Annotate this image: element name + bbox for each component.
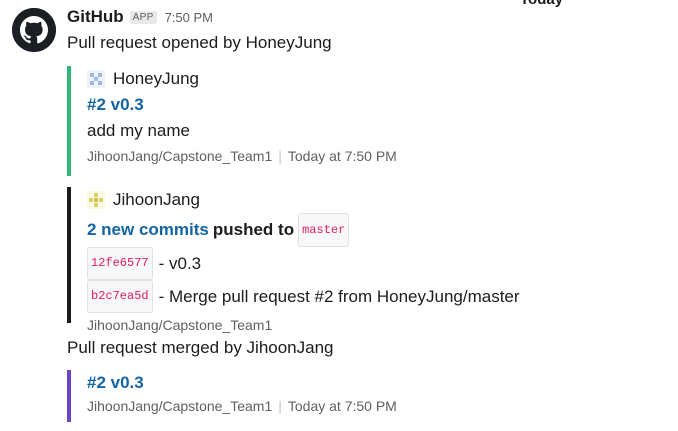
footer-separator: | [278, 398, 282, 414]
pr-title-link[interactable]: #2 v0.3 [87, 92, 144, 118]
jihoonjang-avatar-icon [87, 191, 105, 209]
merged-message-text: Pull request merged by JihoonJang [67, 338, 334, 357]
commit-row: 12fe6577 - v0.3 [87, 247, 520, 280]
attachment-footer: JihoonJang/Capstone_Team1 | Today at 7:5… [87, 398, 397, 414]
commit-message: - v0.3 [158, 254, 202, 273]
commit-message: - Merge pull request #2 from HoneyJung/m… [158, 287, 520, 306]
attachment-time[interactable]: Today at 7:50 PM [288, 398, 397, 414]
attachment-author[interactable]: HoneyJung [87, 66, 397, 92]
push-summary: 2 new commits pushed to master [87, 213, 520, 247]
repo-name[interactable]: JihoonJang/Capstone_Team1 [87, 398, 272, 414]
app-name[interactable]: GitHub [67, 7, 124, 27]
honeyjung-avatar-icon [87, 70, 105, 88]
message-header: GitHub APP 7:50 PM [67, 6, 213, 28]
pr-merged-attachment: #2 v0.3 JihoonJang/Capstone_Team1 | Toda… [67, 370, 397, 422]
attachment-footer: JihoonJang/Capstone_Team1 [87, 317, 520, 333]
attachment-author[interactable]: JihoonJang [87, 187, 520, 213]
pr-body-text: add my name [87, 121, 190, 140]
opened-message-text: Pull request opened by HoneyJung [67, 33, 332, 52]
attachment-footer: JihoonJang/Capstone_Team1 | Today at 7:5… [87, 148, 397, 164]
pr-opened-attachment: HoneyJung #2 v0.3 add my name JihoonJang… [67, 66, 397, 176]
attachment-time[interactable]: Today at 7:50 PM [288, 148, 397, 164]
attachment-author-name: HoneyJung [113, 69, 200, 88]
branch-name: master [298, 213, 350, 247]
attachment-author-name: JihoonJang [113, 190, 200, 209]
pushed-to-text: pushed to [212, 220, 295, 239]
commit-row: b2c7ea5d - Merge pull request #2 from Ho… [87, 280, 520, 313]
commit-sha[interactable]: b2c7ea5d [87, 280, 153, 313]
pr-title-link[interactable]: #2 v0.3 [87, 370, 144, 396]
message-timestamp[interactable]: 7:50 PM [165, 10, 213, 25]
github-octocat-icon [12, 8, 56, 52]
repo-name[interactable]: JihoonJang/Capstone_Team1 [87, 317, 272, 333]
app-badge: APP [129, 10, 157, 24]
day-divider-label: Today [520, 0, 563, 8]
footer-separator: | [278, 148, 282, 164]
github-avatar[interactable] [12, 8, 56, 52]
push-attachment: JihoonJang 2 new commits pushed to maste… [67, 187, 520, 333]
slack-message-pane: Today GitHub APP 7:50 PM Pull request op… [0, 0, 678, 431]
commits-link[interactable]: 2 new commits [87, 217, 209, 243]
commit-sha[interactable]: 12fe6577 [87, 247, 153, 280]
repo-name[interactable]: JihoonJang/Capstone_Team1 [87, 148, 272, 164]
